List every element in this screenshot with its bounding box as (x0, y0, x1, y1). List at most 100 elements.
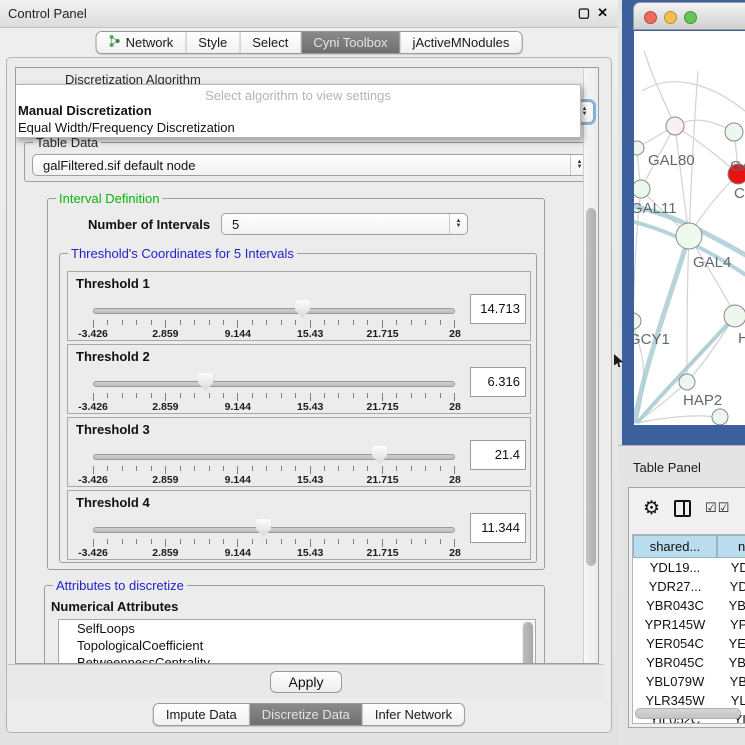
network-view-frame[interactable]: GAL80GACGAL11GAL4GCY1HAHAP2 (622, 0, 745, 445)
combo-stepper-icon: ▲▼ (449, 214, 467, 234)
apply-button[interactable]: Apply (270, 671, 342, 693)
table-cell: YPR1 (717, 615, 745, 634)
close-window-icon[interactable]: ✕ (597, 5, 608, 21)
threshold-panel-4: Threshold 4-3.4262.8599.14415.4321.71528… (67, 490, 531, 560)
attribute-list-item[interactable]: TopologicalCoefficient (59, 637, 535, 654)
float-window-icon[interactable]: ▢ (578, 5, 590, 21)
threshold-value-field[interactable]: 21.4 (470, 440, 526, 470)
thresholds-group: Threshold's Coordinates for 5 Intervals … (59, 253, 537, 563)
table-row[interactable]: YDL19...YDL1 (633, 558, 745, 577)
node-label-ha: HA (738, 330, 745, 347)
threshold-label: Threshold 3 (76, 422, 150, 437)
tick-label: 15.43 (297, 474, 323, 486)
network-canvas[interactable]: GAL80GACGAL11GAL4GCY1HAHAP2 (634, 31, 745, 425)
tick-label: 15.43 (297, 328, 323, 340)
table-row[interactable]: YBL079WYBLO (633, 672, 745, 691)
tick-label: 9.144 (225, 547, 251, 559)
control-panel-titlebar: Control Panel ▢ ✕ (0, 0, 618, 28)
slider-handle[interactable] (372, 446, 387, 464)
slider-track[interactable] (93, 527, 455, 533)
threshold-slider[interactable] (93, 448, 455, 468)
table-row[interactable]: YDR27...YDR2 (633, 577, 745, 596)
algorithm-dropdown-popup: Select algorithm to view settings Manual… (15, 84, 581, 138)
bottom-tab-bar: Impute Data Discretize Data Infer Network (153, 703, 465, 726)
table-data-combo[interactable]: galFiltered.sif default node ▲▼ (32, 154, 589, 176)
top-tab-bar: Network Style SelectCyni ToolboxjActiveMNo… (96, 31, 523, 54)
tab-cyni-toolbox[interactable]: Cyni Toolbox (301, 32, 400, 53)
settings-scrollbar-thumb[interactable] (586, 208, 596, 566)
algorithm-option-1[interactable]: Manual Discretization (18, 103, 152, 118)
table-panel-region: Table Panel ⚙ ☑☑ shared...n... YDL19...Y… (618, 445, 745, 745)
tick-label: -3.426 (78, 474, 108, 486)
tab-style[interactable]: Style (186, 32, 240, 53)
table-row[interactable]: YBR045CYBRO (633, 653, 745, 672)
tab-discretize-data[interactable]: Discretize Data (250, 704, 363, 725)
slider-track[interactable] (93, 381, 455, 387)
table-panel: ⚙ ☑☑ shared...n... YDL19...YDL1YDR27...Y… (628, 487, 745, 728)
tick-label: 2.859 (152, 328, 178, 340)
slider-track[interactable] (93, 308, 455, 314)
minimize-traffic-light-icon[interactable] (664, 11, 677, 24)
column-header-2[interactable]: n... (717, 535, 745, 558)
algorithm-option-2[interactable]: Equal Width/Frequency Discretization (18, 120, 235, 135)
tick-label: 15.43 (297, 547, 323, 559)
threshold-value-field[interactable]: 11.344 (470, 513, 526, 543)
select-columns-checkboxes-icon[interactable]: ☑☑ (705, 500, 730, 516)
tick-label: 9.144 (225, 328, 251, 340)
tick-label: 2.859 (152, 547, 178, 559)
slider-handle[interactable] (256, 519, 271, 537)
tab-impute-data[interactable]: Impute Data (154, 704, 250, 725)
tab-label: Style (198, 35, 227, 50)
thresholds-group-title: Threshold's Coordinates for 5 Intervals (68, 246, 297, 261)
node-label-gal4: GAL4 (693, 254, 731, 271)
window-title: Control Panel (8, 6, 87, 21)
slider-handle[interactable] (198, 373, 213, 391)
tab-infer-network[interactable]: Infer Network (363, 704, 464, 725)
threshold-value-field[interactable]: 6.316 (470, 367, 526, 397)
threshold-label: Threshold 2 (76, 349, 150, 364)
tab-jactivemnodules[interactable]: jActiveMNodules (401, 32, 522, 53)
attribute-list-item[interactable]: SelfLoops (59, 620, 535, 637)
threshold-slider[interactable] (93, 521, 455, 541)
threshold-slider[interactable] (93, 302, 455, 322)
threshold-value-field[interactable]: 14.713 (470, 294, 526, 324)
node-label-gal11: GAL11 (634, 200, 677, 217)
table-cell: YBRO (717, 596, 745, 615)
table-cell: YBRO (717, 653, 745, 672)
list-scrollbar[interactable] (522, 621, 534, 664)
tab-network[interactable]: Network (97, 32, 187, 53)
numerical-attributes-label: Numerical Attributes (51, 599, 178, 614)
tab-label: Infer Network (375, 707, 452, 722)
tab-label: Impute Data (166, 707, 237, 722)
tick-label: -3.426 (78, 547, 108, 559)
slider-tick-labels: -3.4262.8599.14415.4321.71528 (93, 474, 455, 486)
table-row[interactable]: YER054CYERO (633, 634, 745, 653)
slider-tick-labels: -3.4262.8599.14415.4321.71528 (93, 401, 455, 413)
columns-icon[interactable] (674, 500, 691, 517)
zoom-traffic-light-icon[interactable] (684, 11, 697, 24)
attributes-group: Attributes to discretize Numerical Attri… (44, 585, 545, 664)
gear-icon[interactable]: ⚙ (643, 499, 660, 518)
table-cell: YDL1 (717, 558, 745, 577)
column-header-1[interactable]: shared... (633, 535, 717, 558)
table-horizontal-scrollbar[interactable] (635, 708, 741, 719)
cyni-toolbox-panel: Discretization Algorithm ▲▼ Select algor… (6, 57, 612, 733)
table-row[interactable]: YBR043CYBRO (633, 596, 745, 615)
tick-label: 9.144 (225, 401, 251, 413)
slider-handle[interactable] (295, 300, 310, 318)
table-cell: YERO (717, 634, 745, 653)
tick-label: -3.426 (78, 328, 108, 340)
number-of-intervals-combo[interactable]: 5 ▲▼ (221, 213, 468, 235)
apply-bar: Apply (8, 664, 604, 698)
table-row[interactable]: YPR145WYPR1 (633, 615, 745, 634)
slider-track[interactable] (93, 454, 455, 460)
settings-scrollbar[interactable] (583, 69, 597, 664)
node-table[interactable]: shared...n... YDL19...YDL1YDR27...YDR2YB… (632, 534, 745, 724)
close-traffic-light-icon[interactable] (644, 11, 657, 24)
tab-select[interactable]: Select (240, 32, 301, 53)
attribute-list-item[interactable]: BetweennessCentrality (59, 654, 535, 664)
number-of-intervals-value: 5 (222, 217, 449, 232)
table-cell: YDL19... (633, 558, 717, 577)
threshold-slider[interactable] (93, 375, 455, 395)
numerical-attributes-list[interactable]: SelfLoopsTopologicalCoefficientBetweenne… (58, 619, 536, 664)
